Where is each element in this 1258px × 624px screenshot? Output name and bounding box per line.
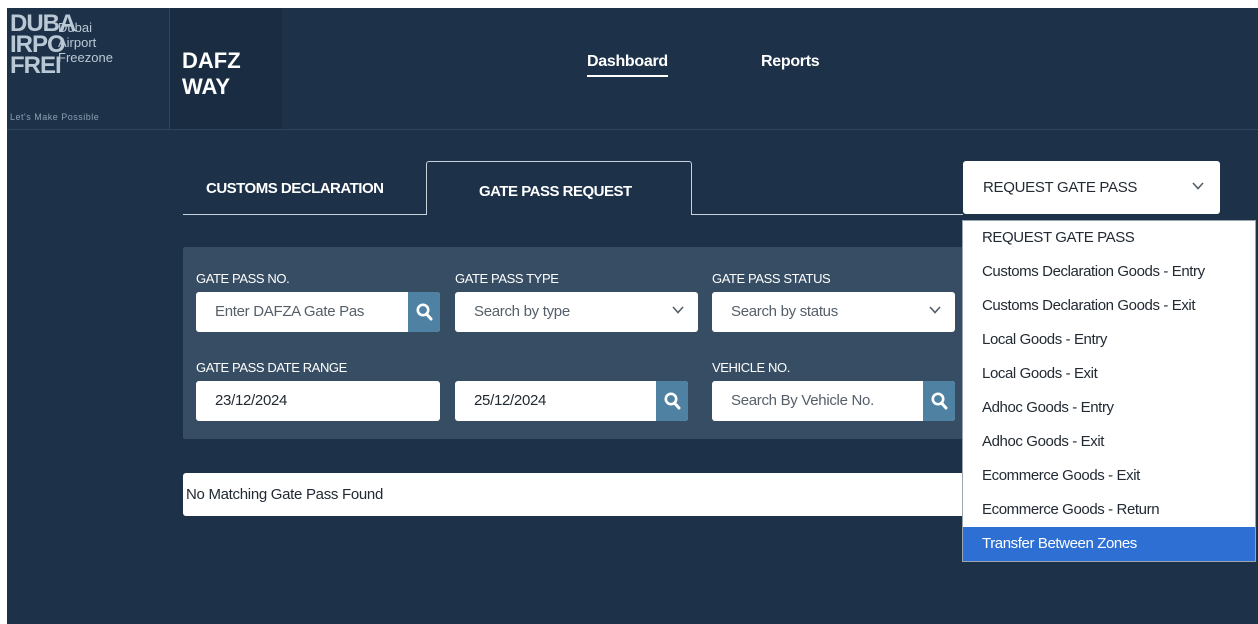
date-search-button[interactable] [656,381,688,421]
menu-item-label: Customs Declaration Goods - Exit [982,297,1196,314]
menu-item-label: Adhoc Goods - Exit [982,433,1105,450]
request-gate-pass-select[interactable]: REQUEST GATE PASS [963,161,1220,214]
menu-item-ecommerce-exit[interactable]: Ecommerce Goods - Exit [963,459,1255,493]
filter-panel: GATE PASS NO. Enter DAFZA Gate Pas GATE … [183,247,963,439]
date-from-input[interactable]: 23/12/2024 [196,381,440,421]
menu-item-label: Ecommerce Goods - Exit [982,467,1140,484]
nav-dashboard[interactable]: Dashboard [587,53,668,77]
menu-item-label: Ecommerce Goods - Return [982,501,1160,518]
header: DUBA IRPO FREI Dubai Airport Freezone Le… [7,8,1258,130]
dafz-way-brand[interactable]: DAFZ WAY [170,8,282,129]
logo-name: Dubai Airport Freezone [58,20,113,65]
gate-pass-type-value: Search by type [474,303,570,320]
no-results-text: No Matching Gate Pass Found [186,486,384,503]
search-icon [931,392,948,410]
vehicle-no-placeholder: Search By Vehicle No. [731,392,874,409]
menu-item-label: Transfer Between Zones [982,535,1137,552]
vehicle-search-button[interactable] [923,381,955,421]
gate-pass-status-label: GATE PASS STATUS [712,271,831,286]
menu-item-local-entry[interactable]: Local Goods - Entry [963,323,1255,357]
brand-line: WAY [182,74,231,99]
logo-name-line: Airport [58,35,97,50]
tab-customs-declaration[interactable]: CUSTOMS DECLARATION [206,180,384,197]
result-message-bar: No Matching Gate Pass Found [183,473,973,516]
menu-item-customs-exit[interactable]: Customs Declaration Goods - Exit [963,289,1255,323]
chevron-down-icon [929,306,941,314]
menu-item-label: Local Goods - Exit [982,365,1098,382]
brand-line: DAFZ [182,48,241,73]
app-window: DUBA IRPO FREI Dubai Airport Freezone Le… [7,8,1258,624]
request-gate-pass-menu: REQUEST GATE PASS Customs Declaration Go… [962,220,1256,562]
menu-item-label: Adhoc Goods - Entry [982,399,1114,416]
logo-name-line: Freezone [58,50,113,65]
nav-reports[interactable]: Reports [761,53,820,71]
request-gate-pass-value: REQUEST GATE PASS [983,179,1138,196]
vehicle-no-input[interactable]: Search By Vehicle No. [712,381,955,421]
menu-item-transfer-between-zones[interactable]: Transfer Between Zones [963,527,1255,561]
gate-pass-type-label: GATE PASS TYPE [455,271,559,286]
vehicle-no-label: VEHICLE NO. [712,360,790,375]
menu-item-request-gate-pass[interactable]: REQUEST GATE PASS [963,221,1255,255]
gate-pass-status-select[interactable]: Search by status [712,292,955,332]
gate-pass-type-select[interactable]: Search by type [455,292,698,332]
date-from-value: 23/12/2024 [215,392,288,409]
search-icon [416,303,433,321]
logo-name-line: Dubai [58,20,92,35]
tab-gate-pass-label: GATE PASS REQUEST [479,183,632,200]
gate-pass-no-search-button[interactable] [408,292,440,332]
logo-tagline: Let's Make Possible [10,112,100,122]
menu-item-label: REQUEST GATE PASS [982,229,1135,246]
gate-pass-no-label: GATE PASS NO. [196,271,290,286]
menu-item-ecommerce-return[interactable]: Ecommerce Goods - Return [963,493,1255,527]
search-icon [664,392,681,410]
menu-item-label: Local Goods - Entry [982,331,1107,348]
gate-pass-no-input[interactable]: Enter DAFZA Gate Pas [196,292,440,332]
dafza-logo: DUBA IRPO FREI Dubai Airport Freezone Le… [7,8,170,129]
chevron-down-icon [1192,182,1204,190]
menu-item-customs-entry[interactable]: Customs Declaration Goods - Entry [963,255,1255,289]
gate-pass-no-placeholder: Enter DAFZA Gate Pas [215,303,365,320]
gate-pass-status-value: Search by status [731,303,838,320]
menu-item-label: Customs Declaration Goods - Entry [982,263,1205,280]
menu-item-local-exit[interactable]: Local Goods - Exit [963,357,1255,391]
chevron-down-icon [672,306,684,314]
menu-item-adhoc-entry[interactable]: Adhoc Goods - Entry [963,391,1255,425]
date-to-value: 25/12/2024 [474,392,547,409]
menu-item-adhoc-exit[interactable]: Adhoc Goods - Exit [963,425,1255,459]
tab-gate-pass-request[interactable]: GATE PASS REQUEST [426,161,692,215]
date-range-label: GATE PASS DATE RANGE [196,360,347,375]
date-to-input[interactable]: 25/12/2024 [455,381,688,421]
